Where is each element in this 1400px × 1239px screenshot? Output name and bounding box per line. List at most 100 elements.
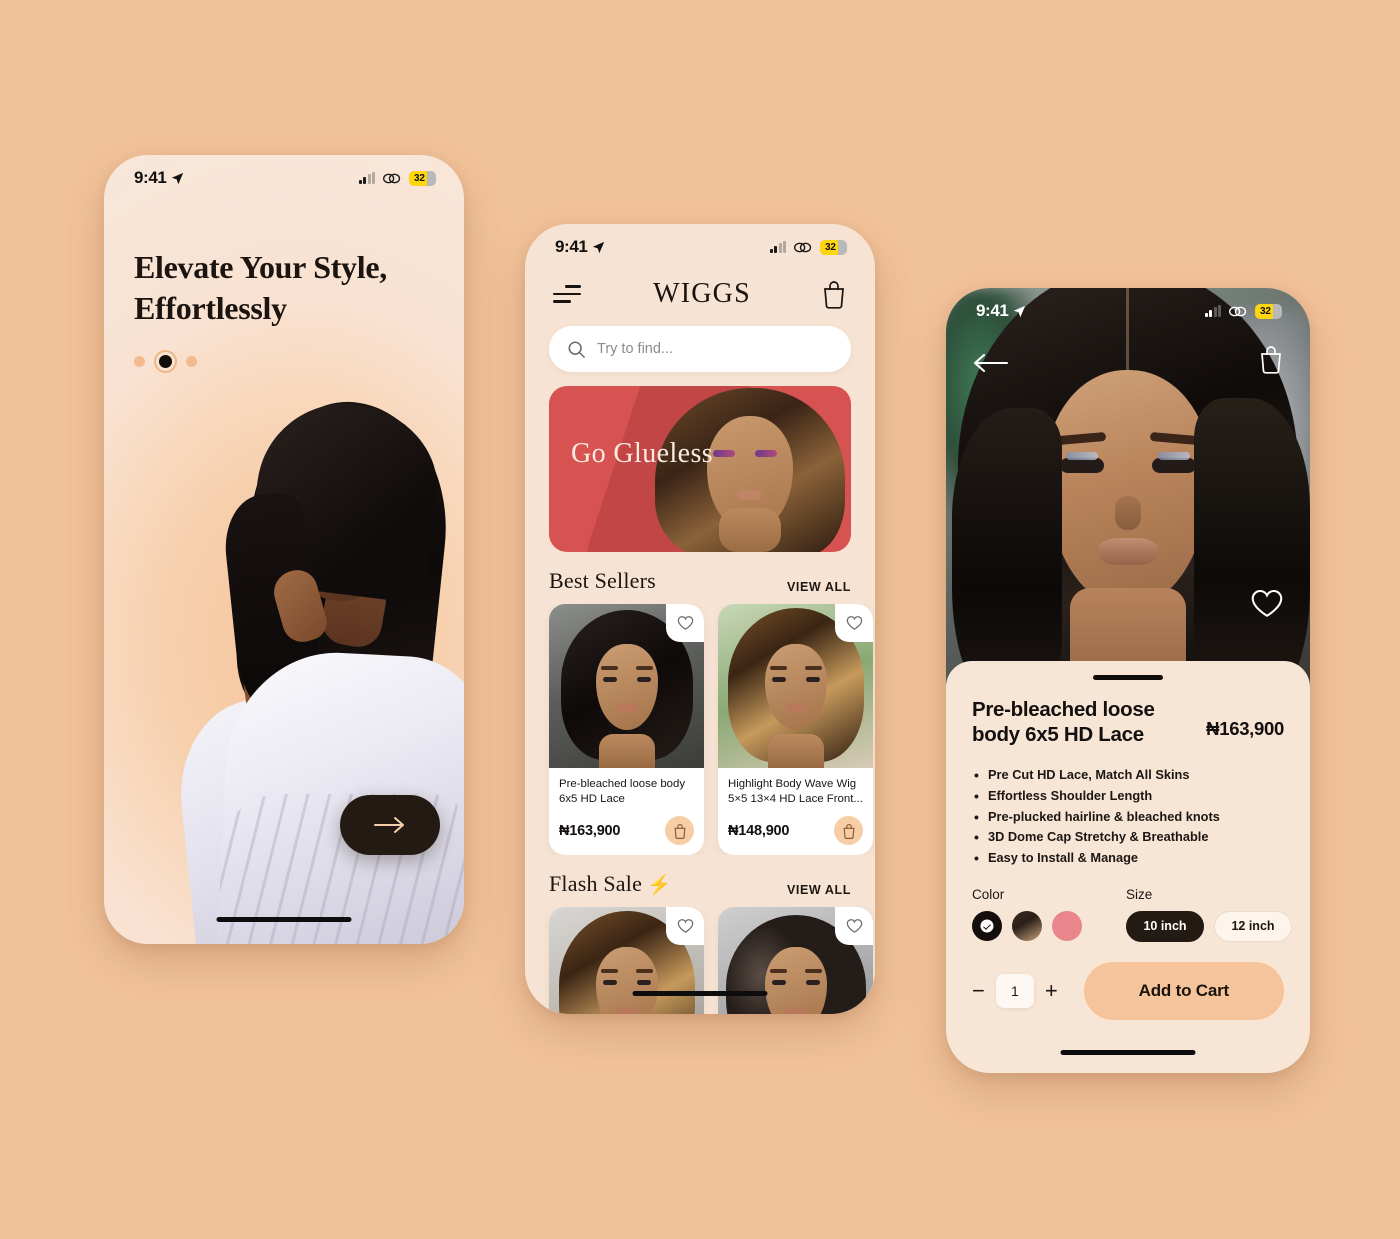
heart-outline-icon [846, 919, 862, 933]
feature-item: Effortless Shoulder Length [974, 785, 1284, 807]
size-option-group: Size 10 inch 12 inch [1126, 887, 1292, 942]
product-thumbnail [549, 907, 704, 1014]
home-indicator [216, 917, 352, 922]
location-arrow-icon [1014, 305, 1026, 317]
promo-banner[interactable]: Go Glueless [549, 386, 851, 552]
location-arrow-icon [172, 172, 184, 184]
view-all-best-sellers[interactable]: VIEW ALL [787, 580, 851, 594]
product-price: ₦163,900 [1206, 718, 1284, 739]
hamburger-menu-icon[interactable] [553, 284, 583, 304]
color-swatch-pink[interactable] [1052, 910, 1082, 941]
battery-level: 32 [1260, 305, 1271, 317]
product-options: Color Size 10 inch 12 inch [972, 887, 1292, 942]
link-chain-icon [1229, 306, 1247, 316]
add-to-cart-icon-button[interactable] [834, 816, 863, 845]
product-card[interactable]: Highlight Body Wave Wig 5×5 13×4 HD Lace… [718, 604, 873, 855]
add-to-cart-button[interactable]: Add to Cart [1083, 961, 1284, 1020]
size-option-10-inch[interactable]: 10 inch [1126, 910, 1204, 942]
status-time-group: 9:41 [134, 168, 184, 188]
status-indicators: 32 [769, 239, 847, 255]
battery-icon: 32 [820, 239, 847, 255]
cellular-signal-icon [1204, 304, 1221, 317]
shopping-bag-icon[interactable] [1258, 344, 1284, 374]
favorite-button[interactable] [666, 907, 704, 945]
link-chain-icon [794, 242, 812, 252]
section-title: Best Sellers [549, 568, 656, 593]
quantity-increment-button[interactable]: + [1045, 979, 1058, 1002]
battery-icon: 32 [1255, 303, 1282, 319]
product-title-row: Pre-bleached loose body 6x5 HD Lace ₦163… [972, 698, 1284, 747]
shopping-bag-icon [843, 823, 854, 839]
lightning-bolt-icon: ⚡ [647, 875, 672, 896]
status-indicators: 32 [1204, 303, 1282, 319]
search-input[interactable] [597, 341, 833, 357]
status-time-group: 9:41 [976, 301, 1026, 321]
search-bar[interactable] [549, 326, 851, 372]
feature-item: Pre Cut HD Lace, Match All Skins [974, 764, 1284, 786]
sheet-drag-handle[interactable] [1093, 675, 1163, 680]
favorite-button[interactable] [666, 604, 704, 642]
next-button[interactable] [340, 795, 440, 855]
back-button[interactable] [972, 350, 1012, 376]
product-price: ₦148,900 [728, 822, 790, 839]
section-title-text: Flash Sale [549, 871, 643, 896]
color-swatch-black[interactable] [972, 910, 1002, 941]
pagination-dot-3[interactable] [186, 355, 197, 367]
size-options[interactable]: 10 inch 12 inch [1126, 910, 1292, 942]
product-title: Pre-bleached loose body 6x5 HD Lace [972, 698, 1155, 746]
status-time-group: 9:41 [555, 237, 605, 257]
product-price: ₦163,900 [559, 822, 621, 839]
color-option-group: Color [972, 887, 1082, 942]
product-thumbnail [549, 604, 704, 768]
battery-icon: 32 [409, 170, 436, 186]
product-row-best-sellers[interactable]: Pre-bleached loose body 6x5 HD Lace ₦163… [525, 604, 875, 855]
quantity-stepper[interactable]: − 1 + [972, 973, 1058, 1008]
section-header-flash-sale: Flash Sale ⚡ VIEW ALL [549, 871, 851, 897]
shopping-bag-icon[interactable] [821, 279, 847, 309]
product-card[interactable]: Pre-bleached loose body 6x5 HD Lace ₦163… [549, 604, 704, 855]
app-header: WIGGS [525, 266, 875, 320]
brand-logo: WIGGS [653, 278, 751, 309]
search-icon [568, 341, 585, 358]
favorite-button[interactable] [835, 604, 873, 642]
onboarding-header: Elevate Your Style, Effortlessly [134, 247, 436, 368]
shopping-bag-icon [674, 823, 685, 839]
battery-level: 32 [414, 172, 425, 184]
phone-home-screen: 9:41 32 WIGGS Try to find... Go Glueless… [525, 224, 875, 1014]
page-title: Elevate Your Style, Effortlessly [134, 247, 436, 329]
section-header-best-sellers: Best Sellers VIEW ALL [549, 568, 851, 594]
status-bar: 9:41 32 [104, 155, 464, 197]
color-swatch-brown-ombre[interactable] [1012, 910, 1042, 941]
feature-item: Pre-plucked hairline & bleached knots [974, 806, 1284, 828]
product-thumbnail [718, 907, 873, 1014]
product-card[interactable] [549, 907, 704, 1014]
pagination-dots[interactable] [134, 354, 436, 368]
add-to-cart-icon-button[interactable] [665, 816, 694, 845]
section-title: Flash Sale ⚡ [549, 871, 672, 897]
purchase-row: − 1 + Add to Cart [972, 961, 1284, 1020]
heart-outline-icon [677, 616, 693, 630]
cellular-signal-icon [358, 171, 375, 184]
product-row-flash-sale[interactable] [525, 907, 875, 1014]
status-bar: 9:41 32 [946, 288, 1310, 330]
product-name: Highlight Body Wave Wig 5×5 13×4 HD Lace… [728, 778, 863, 806]
pagination-dot-2[interactable] [159, 354, 172, 368]
pagination-dot-1[interactable] [134, 355, 145, 367]
view-all-flash-sale[interactable]: VIEW ALL [787, 883, 851, 897]
page-title-line2: Effortlessly [134, 289, 287, 326]
home-indicator [1060, 1050, 1196, 1055]
status-time: 9:41 [976, 301, 1009, 320]
battery-level: 32 [825, 241, 836, 253]
quantity-value[interactable]: 1 [995, 973, 1034, 1008]
quantity-decrement-button[interactable]: − [972, 979, 985, 1002]
product-name: Pre-bleached loose body 6x5 HD Lace [559, 778, 686, 806]
favorite-button[interactable] [835, 907, 873, 945]
color-swatches[interactable] [972, 910, 1082, 941]
promo-title: Go Glueless [571, 438, 714, 469]
status-time: 9:41 [134, 168, 167, 187]
favorite-button[interactable] [1250, 588, 1284, 619]
product-card[interactable] [718, 907, 873, 1014]
size-option-12-inch[interactable]: 12 inch [1214, 910, 1292, 942]
home-indicator [632, 991, 768, 996]
size-label: Size [1126, 886, 1153, 902]
